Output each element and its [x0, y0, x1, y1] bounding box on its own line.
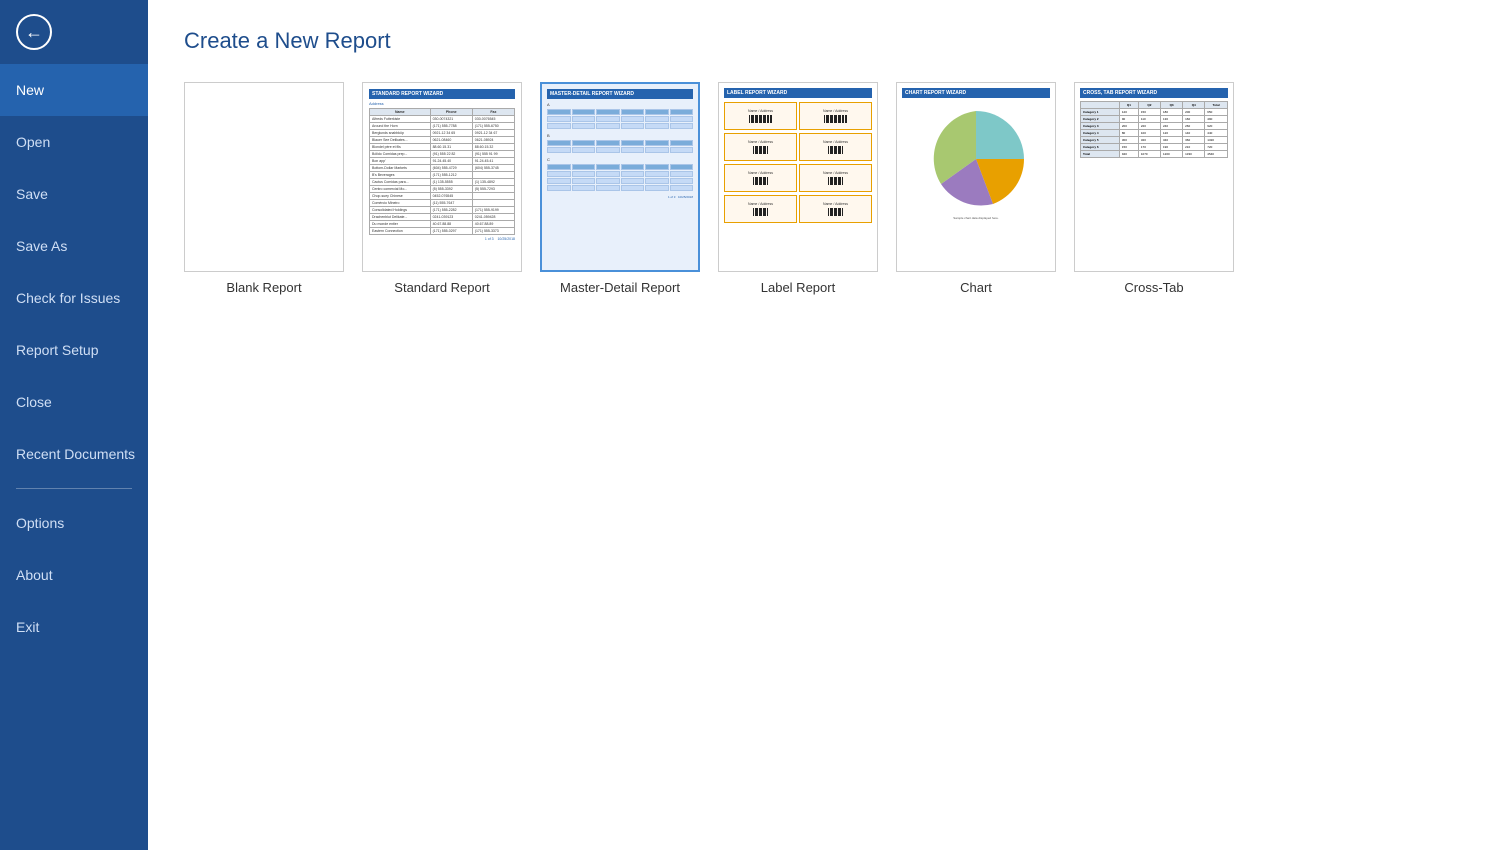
crosstab-table: Q1Q2Q3Q4Total Category 1120150180200650 …	[1080, 101, 1228, 158]
template-thumb-label[interactable]: LABEL REPORT WIZARD Name / Address Name …	[718, 82, 878, 272]
md-title: MASTER-DETAIL REPORT WIZARD	[547, 89, 693, 99]
template-chart[interactable]: CHART REPORT WIZARD	[896, 82, 1056, 295]
std-report-subtitle: Address	[369, 101, 515, 106]
page-title: Create a New Report	[184, 28, 1464, 54]
sidebar-item-about[interactable]: About	[0, 549, 148, 601]
sidebar-item-options[interactable]: Options	[0, 497, 148, 549]
template-label-label: Label Report	[761, 280, 835, 295]
chart-title: CHART REPORT WIZARD	[902, 88, 1050, 98]
sidebar-item-open[interactable]: Open	[0, 116, 148, 168]
sidebar-item-recent-documents[interactable]: Recent Documents	[0, 428, 148, 480]
template-label-blank: Blank Report	[226, 280, 301, 295]
std-table: NamePhoneFax Alfreds Futterkiste030-0074…	[369, 108, 515, 235]
template-label[interactable]: LABEL REPORT WIZARD Name / Address Name …	[718, 82, 878, 295]
chart-report-inner: CHART REPORT WIZARD	[897, 83, 1055, 271]
template-label-master-detail: Master-Detail Report	[560, 280, 680, 295]
std-report-inner: STANDARD REPORT WIZARD Address NamePhone…	[363, 83, 521, 271]
sidebar-item-close[interactable]: Close	[0, 376, 148, 428]
crosstab-title: CROSS, TAB REPORT WIZARD	[1080, 88, 1228, 98]
md-report-inner: MASTER-DETAIL REPORT WIZARD A B C	[542, 84, 698, 270]
std-report-title: STANDARD REPORT WIZARD	[369, 89, 515, 99]
template-master-detail[interactable]: MASTER-DETAIL REPORT WIZARD A B C	[540, 82, 700, 295]
template-thumb-cross-tab[interactable]: CROSS, TAB REPORT WIZARD Q1Q2Q3Q4Total C…	[1074, 82, 1234, 272]
template-label-standard: Standard Report	[394, 280, 489, 295]
sidebar-item-check-for-issues[interactable]: Check for Issues	[0, 272, 148, 324]
sidebar-item-save[interactable]: Save	[0, 168, 148, 220]
sidebar-item-exit[interactable]: Exit	[0, 601, 148, 653]
label-title: LABEL REPORT WIZARD	[724, 88, 872, 98]
sidebar-item-save-as[interactable]: Save As	[0, 220, 148, 272]
templates-grid: Blank Report STANDARD REPORT WIZARD Addr…	[184, 82, 1464, 295]
template-cross-tab[interactable]: CROSS, TAB REPORT WIZARD Q1Q2Q3Q4Total C…	[1074, 82, 1234, 295]
template-thumb-standard[interactable]: STANDARD REPORT WIZARD Address NamePhone…	[362, 82, 522, 272]
back-button[interactable]: ←	[16, 14, 52, 50]
template-thumb-chart[interactable]: CHART REPORT WIZARD	[896, 82, 1056, 272]
sidebar-item-new[interactable]: New	[0, 64, 148, 116]
template-thumb-blank[interactable]	[184, 82, 344, 272]
back-button-area: ←	[0, 0, 148, 64]
template-thumb-master-detail[interactable]: MASTER-DETAIL REPORT WIZARD A B C	[540, 82, 700, 272]
template-label-chart: Chart	[960, 280, 992, 295]
template-label-cross-tab: Cross-Tab	[1124, 280, 1183, 295]
pie-chart-svg	[921, 104, 1031, 214]
std-footer: 1 of 3 10/25/2018	[369, 237, 515, 241]
template-standard[interactable]: STANDARD REPORT WIZARD Address NamePhone…	[362, 82, 522, 295]
template-blank[interactable]: Blank Report	[184, 82, 344, 295]
main-content: Create a New Report Blank Report STANDAR…	[148, 0, 1500, 850]
label-report-inner: LABEL REPORT WIZARD Name / Address Name …	[719, 83, 877, 271]
blank-thumb-inner	[185, 83, 343, 271]
sidebar-divider	[16, 488, 132, 489]
sidebar: ← New Open Save Save As Check for Issues…	[0, 0, 148, 850]
crosstab-inner: CROSS, TAB REPORT WIZARD Q1Q2Q3Q4Total C…	[1075, 83, 1233, 271]
sidebar-item-report-setup[interactable]: Report Setup	[0, 324, 148, 376]
